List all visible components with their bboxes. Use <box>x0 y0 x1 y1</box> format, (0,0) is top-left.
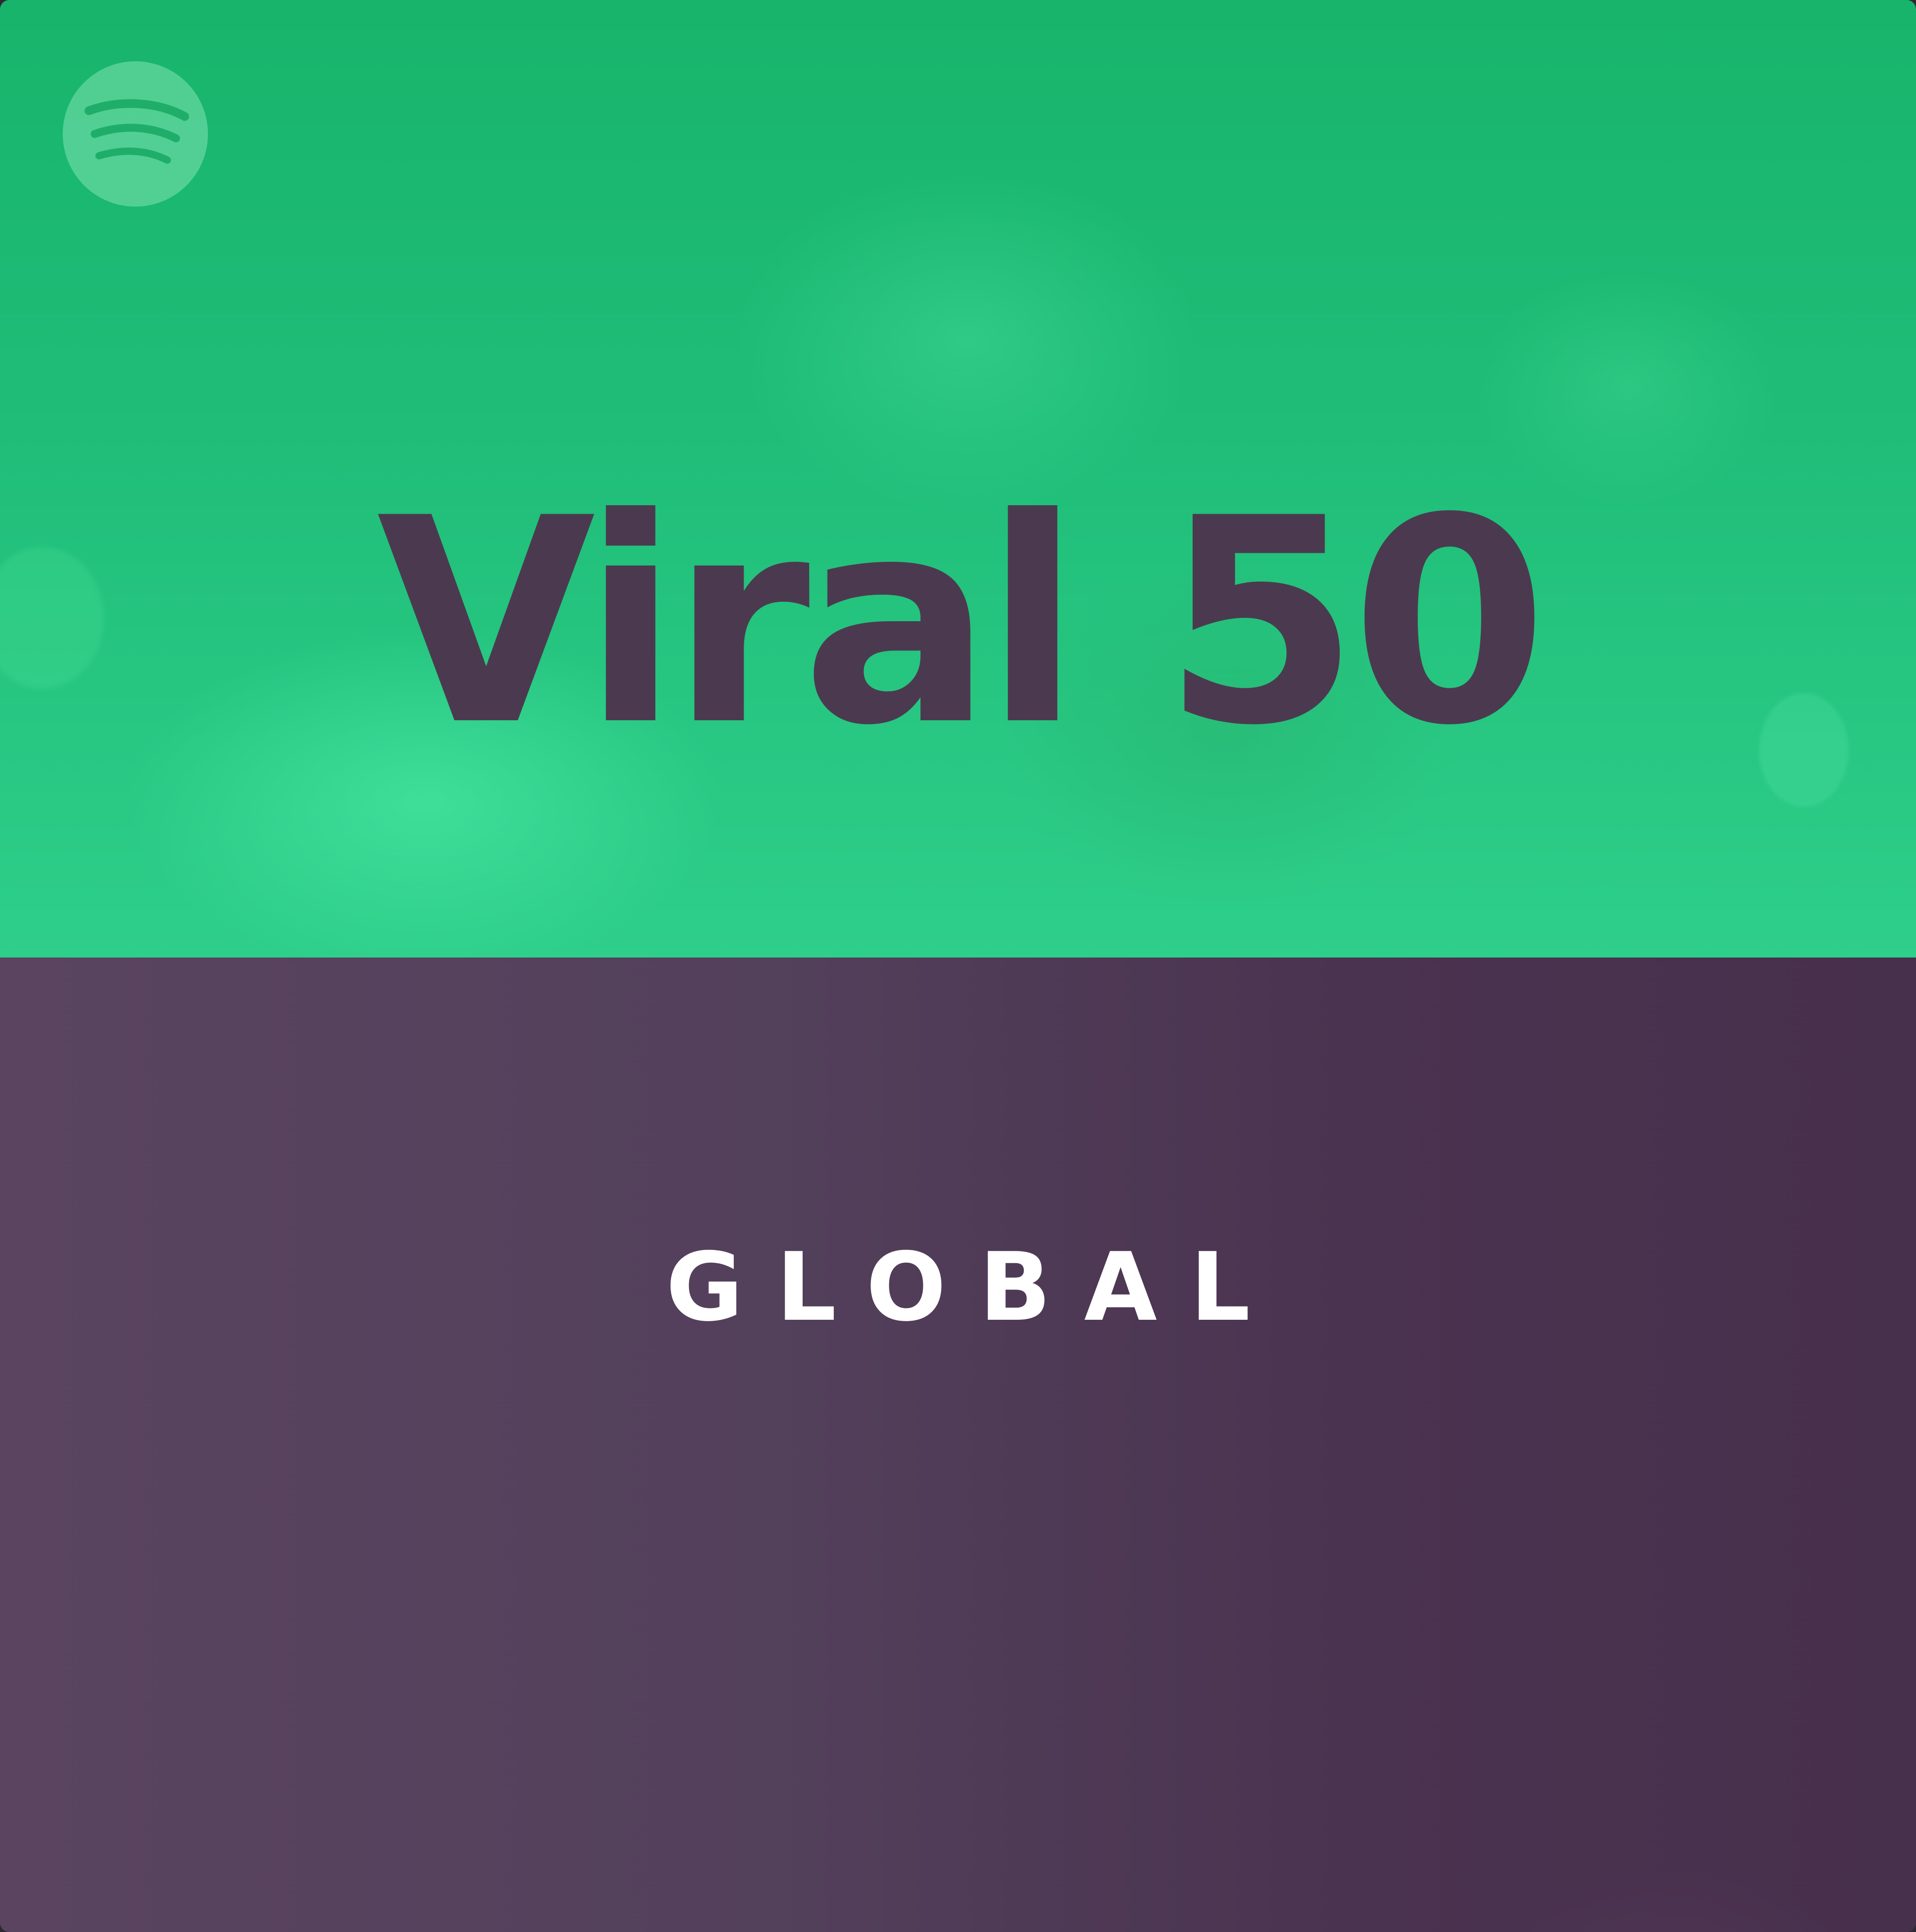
playlist-cover: Viral 50 GLOBAL <box>0 0 1916 1932</box>
spotify-logo-icon <box>63 61 208 207</box>
cover-title: Viral 50 <box>376 458 1548 787</box>
cover-bottom-band <box>0 958 1916 1932</box>
cover-subtitle: GLOBAL <box>665 1232 1284 1342</box>
